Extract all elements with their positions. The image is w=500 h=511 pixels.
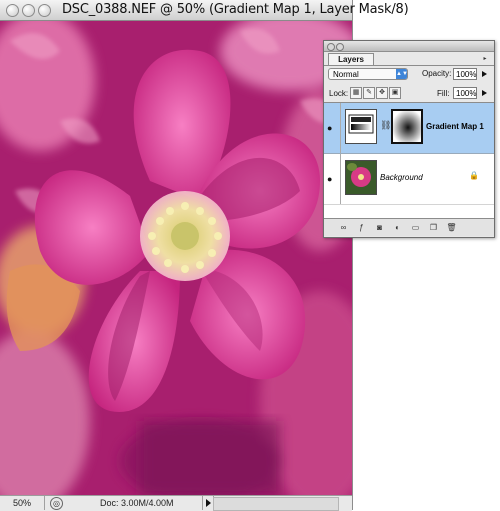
- link-layers-icon[interactable]: ∞: [338, 222, 349, 233]
- blend-mode-value: Normal: [333, 70, 359, 79]
- image-canvas[interactable]: [0, 21, 352, 495]
- panel-menu-icon[interactable]: [479, 54, 491, 63]
- status-bar: 50% ◎ Doc: 3.00M/4.00M: [0, 495, 352, 511]
- lock-transparency-icon[interactable]: ▦: [350, 87, 362, 99]
- fill-label: Fill:: [437, 89, 450, 98]
- lock-label: Lock:: [329, 89, 349, 98]
- fill-slider-arrow-icon[interactable]: [480, 87, 489, 99]
- lock-all-icon[interactable]: ▣: [389, 87, 401, 99]
- background-thumbnail[interactable]: [345, 160, 377, 195]
- lock-position-icon[interactable]: ✥: [376, 87, 388, 99]
- zoom-button[interactable]: [38, 4, 51, 17]
- add-mask-icon[interactable]: ◙: [374, 222, 385, 233]
- layer-name: Background: [380, 173, 423, 182]
- layers-list: ● ⛓ Gradient Map 1 ● Background 🔒: [324, 102, 494, 219]
- adjustment-thumbnail[interactable]: [345, 109, 377, 144]
- fill-input[interactable]: 100%: [453, 87, 477, 99]
- visibility-toggle[interactable]: ●: [324, 103, 341, 153]
- status-info-icon[interactable]: ◎: [50, 497, 63, 510]
- panel-close-button[interactable]: [327, 43, 335, 51]
- resize-grip-icon[interactable]: [338, 496, 352, 510]
- panel-minimize-button[interactable]: [336, 43, 344, 51]
- layer-style-icon[interactable]: ƒ: [356, 222, 367, 233]
- mask-link-icon[interactable]: ⛓: [380, 120, 391, 131]
- panel-titlebar[interactable]: [324, 41, 494, 52]
- layer-row-background[interactable]: ● Background 🔒: [324, 154, 494, 205]
- layer-row-gradient-map[interactable]: ● ⛓ Gradient Map 1: [324, 103, 494, 154]
- document-title: DSC_0388.NEF @ 50% (Gradient Map 1, Laye…: [62, 2, 409, 17]
- lock-image-icon[interactable]: ✎: [363, 87, 375, 99]
- layers-panel: Layers Normal ▲▼ Opacity: 100% Lock: ▦ ✎…: [323, 40, 495, 238]
- adjustment-layer-icon[interactable]: ◐: [392, 222, 403, 233]
- layer-mask-thumbnail[interactable]: [391, 109, 423, 144]
- opacity-label: Opacity:: [422, 69, 452, 78]
- panel-footer: ∞ ƒ ◙ ◐ ▭ ❐ 🗑: [324, 219, 494, 236]
- zoom-level-field[interactable]: 50%: [0, 496, 45, 510]
- document-titlebar[interactable]: DSC_0388.NEF @ 50% (Gradient Map 1, Laye…: [0, 0, 409, 21]
- document-size: Doc: 3.00M/4.00M: [100, 498, 174, 508]
- new-layer-icon[interactable]: ❐: [428, 222, 439, 233]
- layer-name: Gradient Map 1: [426, 122, 484, 131]
- trash-icon[interactable]: 🗑: [446, 222, 457, 233]
- eye-icon: ●: [327, 174, 333, 184]
- close-button[interactable]: [6, 4, 19, 17]
- document-window: DSC_0388.NEF @ 50% (Gradient Map 1, Laye…: [0, 0, 409, 511]
- minimize-button[interactable]: [22, 4, 35, 17]
- panel-divider: [324, 65, 494, 66]
- blend-mode-select[interactable]: Normal ▲▼: [328, 68, 408, 80]
- horizontal-scrollbar[interactable]: [213, 497, 339, 511]
- flower-photo: [0, 21, 352, 495]
- opacity-slider-arrow-icon[interactable]: [480, 68, 489, 80]
- select-arrows-icon: ▲▼: [396, 69, 408, 79]
- opacity-input[interactable]: 100%: [453, 68, 477, 80]
- new-group-icon[interactable]: ▭: [410, 222, 421, 233]
- lock-icon: 🔒: [469, 171, 479, 180]
- eye-icon: ●: [327, 123, 333, 133]
- visibility-toggle[interactable]: ●: [324, 154, 341, 204]
